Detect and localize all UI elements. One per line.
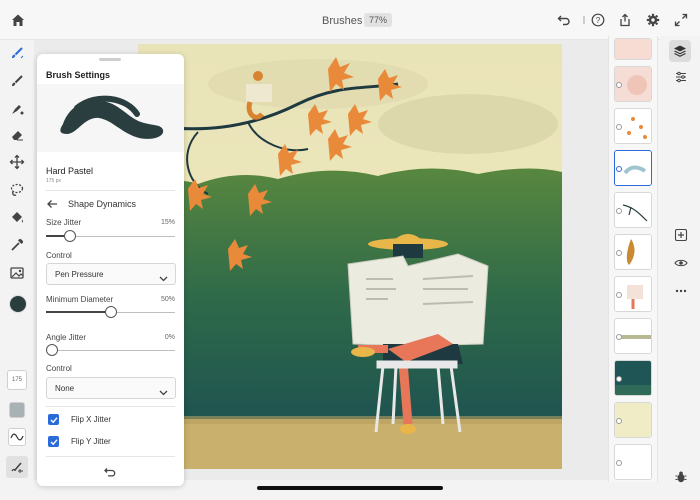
panel-drag-handle[interactable]	[99, 58, 121, 61]
flip-x-jitter-toggle[interactable]: Flip X Jitter	[46, 413, 176, 427]
brush-settings-icon[interactable]	[6, 456, 28, 478]
control-select[interactable]: None	[46, 377, 176, 399]
document-title[interactable]: Brushes	[322, 15, 362, 27]
layers-icon[interactable]	[669, 40, 691, 62]
zoom-level[interactable]: 77%	[364, 13, 393, 27]
color-swatch[interactable]	[9, 295, 27, 313]
flip-x-jitter-label: Flip X Jitter	[71, 415, 112, 424]
divider	[46, 190, 175, 191]
vector-brush-icon[interactable]	[8, 100, 26, 118]
adjustments-icon[interactable]	[672, 68, 690, 86]
brush-name: Hard Pastel	[46, 166, 94, 176]
fill-icon[interactable]	[8, 208, 26, 226]
minimum-diameter-label: Minimum Diameter	[46, 295, 114, 304]
lasso-icon[interactable]	[8, 181, 26, 199]
layer-thumbnail[interactable]	[614, 192, 652, 228]
home-indicator[interactable]	[257, 486, 443, 490]
angle-jitter-slider[interactable]	[46, 344, 175, 356]
layer-visibility-dot[interactable]	[616, 334, 622, 340]
layer-visibility-dot[interactable]	[616, 418, 622, 424]
reset-icon[interactable]	[103, 465, 117, 479]
eyedropper-icon[interactable]	[8, 236, 26, 254]
brush-opacity-control[interactable]	[9, 402, 25, 418]
layer-visibility-dot[interactable]	[616, 376, 622, 382]
divider	[46, 456, 175, 457]
image-icon[interactable]	[8, 264, 26, 282]
brush-size-control[interactable]: 175	[7, 370, 27, 390]
undo-icon[interactable]	[556, 12, 572, 28]
tool-rail: 175	[0, 40, 34, 500]
brush-size-label: 175 px	[46, 178, 62, 184]
layer-visibility-dot[interactable]	[616, 460, 622, 466]
top-bar: Brushes 77% ?	[0, 0, 700, 40]
layer-thumbnail[interactable]	[614, 38, 652, 60]
layer-visibility-dot[interactable]	[616, 82, 622, 88]
angle-jitter-value: 0%	[164, 334, 175, 341]
flip-y-jitter-toggle[interactable]: Flip Y Jitter	[46, 435, 176, 449]
layer-thumbnail[interactable]	[614, 108, 652, 144]
layer-thumbnail[interactable]	[614, 318, 652, 354]
slider-thumb[interactable]	[64, 230, 76, 242]
brush-settings-panel: Brush Settings Hard Pastel 175 px Shape …	[37, 54, 184, 486]
checkbox-checked[interactable]	[48, 414, 59, 425]
brush-smoothing-control[interactable]	[8, 428, 26, 446]
layer-visibility-dot[interactable]	[616, 292, 622, 298]
layer-visibility-dot[interactable]	[616, 124, 622, 130]
layer-thumbnail[interactable]	[614, 402, 652, 438]
eraser-icon[interactable]	[8, 126, 26, 144]
move-icon[interactable]	[8, 153, 26, 171]
share-icon[interactable]	[617, 12, 633, 28]
size-jitter-value: 15%	[160, 219, 175, 226]
layer-visibility-dot[interactable]	[616, 250, 622, 256]
home-icon[interactable]	[10, 12, 26, 28]
divider	[46, 406, 175, 407]
layer-thumbnail[interactable]	[614, 360, 652, 396]
back-arrow-icon	[46, 197, 58, 213]
brush-size-value: 175	[11, 377, 22, 383]
slider-thumb[interactable]	[46, 344, 58, 356]
slider-thumb[interactable]	[105, 306, 117, 318]
layers-column	[608, 36, 658, 482]
layer-visibility-dot[interactable]	[616, 208, 622, 214]
bug-report-icon[interactable]	[672, 468, 690, 486]
gear-icon[interactable]	[645, 12, 661, 28]
control-selected-value: Pen Pressure	[55, 270, 104, 279]
fullscreen-icon[interactable]	[673, 12, 689, 28]
minimum-diameter-slider[interactable]	[46, 306, 175, 318]
control-label: Control	[46, 251, 72, 260]
chevron-down-icon	[159, 270, 168, 282]
layer-thumbnail[interactable]	[614, 66, 652, 102]
layer-thumbnail[interactable]	[614, 234, 652, 270]
more-icon[interactable]	[672, 282, 690, 300]
checkbox-checked[interactable]	[48, 436, 59, 447]
layer-thumbnail[interactable]	[614, 276, 652, 312]
add-layer-icon[interactable]	[672, 226, 690, 244]
live-brush-icon[interactable]	[8, 72, 26, 90]
minimum-diameter-value: 50%	[160, 296, 175, 303]
brush-stroke-preview	[37, 84, 184, 152]
artwork-canvas[interactable]	[138, 44, 562, 469]
control-select[interactable]: Pen Pressure	[46, 263, 176, 285]
pixel-brush-icon[interactable]	[8, 44, 26, 62]
control-label: Control	[46, 364, 72, 373]
layer-thumbnail-selected[interactable]	[614, 150, 652, 186]
help-icon[interactable]: ?	[590, 12, 606, 28]
layer-visibility-dot[interactable]	[616, 166, 622, 172]
eye-icon[interactable]	[672, 254, 690, 272]
right-rail	[660, 36, 700, 500]
slider-fill	[46, 311, 111, 313]
chevron-down-icon	[159, 384, 168, 396]
size-jitter-slider[interactable]	[46, 230, 175, 242]
flip-y-jitter-label: Flip Y Jitter	[71, 437, 111, 446]
control-selected-value: None	[55, 384, 75, 393]
layer-thumbnail[interactable]	[614, 444, 652, 480]
angle-jitter-label: Angle Jitter	[46, 333, 87, 342]
svg-text:?: ?	[596, 16, 601, 25]
panel-title: Brush Settings	[46, 70, 111, 80]
size-jitter-label: Size Jitter	[46, 218, 82, 227]
section-title: Shape Dynamics	[68, 199, 137, 209]
back-to-settings-button[interactable]: Shape Dynamics	[46, 197, 176, 211]
